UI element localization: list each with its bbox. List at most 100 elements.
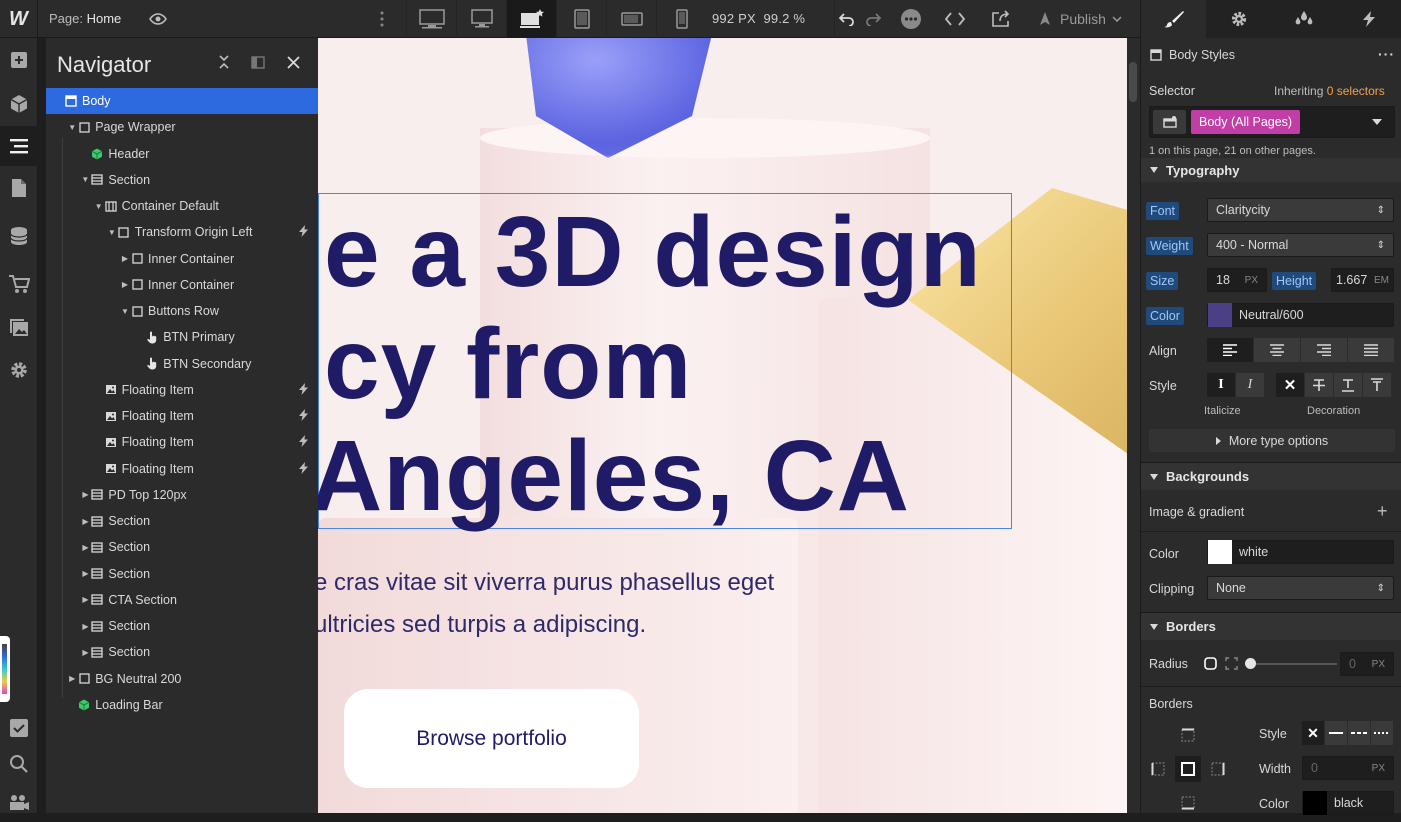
dock-panel-icon[interactable] <box>251 56 265 69</box>
border-right-icon[interactable] <box>1211 762 1225 776</box>
more-type-options-button[interactable]: More type options <box>1149 429 1395 452</box>
bg-color-field[interactable]: white <box>1207 540 1394 564</box>
navigator-icon[interactable] <box>0 126 38 166</box>
radius-individual-icon[interactable] <box>1225 657 1238 670</box>
settings-gear-icon[interactable] <box>0 350 38 390</box>
navigator-item[interactable]: Header <box>46 141 318 167</box>
caret-right-icon[interactable]: ▶ <box>120 254 130 263</box>
weight-select[interactable]: 400 - Normal ⇕ <box>1207 233 1394 257</box>
border-width-unit[interactable]: PX <box>1372 763 1385 774</box>
hero-heading[interactable]: e a 3D design cy from Angeles, CA <box>318 196 982 532</box>
navigator-item[interactable]: ▶ Section <box>46 508 318 534</box>
caret-right-icon[interactable]: ▶ <box>80 517 90 526</box>
navigator-item[interactable]: ▼ Container Default <box>46 193 318 219</box>
more-options-icon[interactable] <box>898 0 924 38</box>
borders-section-header[interactable]: Borders <box>1141 612 1401 640</box>
more-vertical-icon[interactable] <box>372 0 392 38</box>
navigator-item[interactable]: Floating Item <box>46 429 318 455</box>
navigator-item[interactable]: Body <box>46 88 318 114</box>
undo-icon[interactable] <box>834 0 858 38</box>
navigator-item[interactable]: ▶ CTA Section <box>46 587 318 613</box>
decoration-none-icon[interactable]: ✕ <box>1276 373 1304 397</box>
backgrounds-section-header[interactable]: Backgrounds <box>1141 462 1401 490</box>
breakpoint-xxl-icon[interactable] <box>406 0 456 38</box>
preview-eye-icon[interactable] <box>146 0 170 38</box>
collapse-all-icon[interactable] <box>218 55 230 69</box>
typography-section-header[interactable]: Typography <box>1141 158 1401 182</box>
style-brush-icon[interactable] <box>1141 0 1206 38</box>
radius-all-icon[interactable] <box>1204 657 1217 670</box>
align-center-icon[interactable] <box>1254 338 1300 362</box>
breakpoint-mobile-icon[interactable] <box>656 0 706 38</box>
border-color-swatch[interactable] <box>1303 791 1327 815</box>
selector-dropdown-icon[interactable] <box>1372 119 1382 125</box>
caret-down-icon[interactable]: ▼ <box>120 307 130 316</box>
navigator-item[interactable]: ▶ PD Top 120px <box>46 482 318 508</box>
caret-right-icon[interactable]: ▶ <box>80 569 90 578</box>
hero-paragraph[interactable]: e cras vitae sit viverra purus phasellus… <box>318 562 774 646</box>
border-all-icon[interactable] <box>1175 756 1201 782</box>
symbols-cube-icon[interactable] <box>0 84 38 124</box>
radius-slider-thumb[interactable] <box>1245 658 1256 669</box>
redo-icon[interactable] <box>862 0 884 38</box>
navigator-item[interactable]: ▶ BG Neutral 200 <box>46 666 318 692</box>
navigator-item[interactable]: Floating Item <box>46 456 318 482</box>
navigator-item[interactable]: ▼ Section <box>46 167 318 193</box>
color-palette-strip[interactable] <box>0 636 10 702</box>
border-dashed-icon[interactable] <box>1348 721 1370 745</box>
height-input[interactable]: 1.667 EM <box>1331 268 1394 292</box>
selector-tag[interactable]: Body (All Pages) <box>1191 110 1301 134</box>
navigator-item[interactable]: ▼ Transform Origin Left <box>46 219 318 245</box>
border-solid-icon[interactable] <box>1325 721 1347 745</box>
design-canvas[interactable]: e a 3D design cy from Angeles, CA e cras… <box>318 38 1127 813</box>
navigator-item[interactable]: ▶ Section <box>46 561 318 587</box>
inheriting-count[interactable]: 0 selectors <box>1327 84 1385 98</box>
add-background-icon[interactable]: + <box>1377 501 1388 522</box>
size-input[interactable]: 18 PX <box>1207 268 1267 292</box>
font-select[interactable]: Claritycity ⇕ <box>1207 198 1394 222</box>
element-settings-gear-icon[interactable] <box>1206 0 1271 38</box>
inheriting-info[interactable]: Inheriting 0 selectors <box>1274 84 1385 98</box>
align-right-icon[interactable] <box>1301 338 1347 362</box>
style-manager-drops-icon[interactable] <box>1271 0 1336 38</box>
navigator-item[interactable]: ▶ Inner Container <box>46 272 318 298</box>
size-unit[interactable]: PX <box>1245 275 1258 286</box>
navigator-item[interactable]: BTN Secondary <box>46 351 318 377</box>
navigator-item[interactable]: ▶ Section <box>46 613 318 639</box>
caret-down-icon[interactable]: ▼ <box>107 228 117 237</box>
caret-down-icon[interactable]: ▼ <box>80 175 90 184</box>
bg-color-swatch[interactable] <box>1208 540 1232 564</box>
breakpoint-desktop-star-icon[interactable] <box>506 0 556 38</box>
underline-icon[interactable] <box>1334 373 1362 397</box>
pages-icon[interactable] <box>0 168 38 208</box>
radius-unit[interactable]: PX <box>1372 659 1385 670</box>
breakpoint-xl-icon[interactable] <box>456 0 506 38</box>
caret-right-icon[interactable]: ▶ <box>80 648 90 657</box>
radius-slider-track[interactable] <box>1251 663 1337 665</box>
italic-off-icon[interactable]: I <box>1207 373 1235 397</box>
strikethrough-icon[interactable] <box>1305 373 1333 397</box>
page-selector[interactable]: Page: Home <box>49 11 121 26</box>
more-horizontal-icon[interactable]: ··· <box>1378 46 1395 62</box>
border-dotted-icon[interactable] <box>1371 721 1393 745</box>
video-tutorials-icon[interactable] <box>0 782 38 822</box>
publish-button[interactable]: Publish <box>1036 0 1122 38</box>
border-none-icon[interactable]: ✕ <box>1302 721 1324 745</box>
radius-input[interactable]: 0 PX <box>1340 652 1394 676</box>
border-bottom-icon[interactable] <box>1181 796 1195 810</box>
caret-right-icon[interactable]: ▶ <box>120 280 130 289</box>
navigator-item[interactable]: ▶ Section <box>46 534 318 560</box>
caret-right-icon[interactable]: ▶ <box>80 622 90 631</box>
assets-icon[interactable] <box>0 308 38 348</box>
export-icon[interactable] <box>988 0 1014 38</box>
navigator-item[interactable]: BTN Primary <box>46 324 318 350</box>
code-icon[interactable] <box>942 0 968 38</box>
navigator-item[interactable]: ▶ Section <box>46 639 318 665</box>
caret-right-icon[interactable]: ▶ <box>80 543 90 552</box>
clipping-select[interactable]: None ⇕ <box>1207 576 1394 600</box>
canvas-scroll-thumb[interactable] <box>1129 62 1137 102</box>
breakpoint-landscape-icon[interactable] <box>606 0 656 38</box>
caret-right-icon[interactable]: ▶ <box>80 490 90 499</box>
breakpoint-tablet-icon[interactable] <box>556 0 606 38</box>
selector-field[interactable]: Body (All Pages) <box>1149 106 1395 138</box>
